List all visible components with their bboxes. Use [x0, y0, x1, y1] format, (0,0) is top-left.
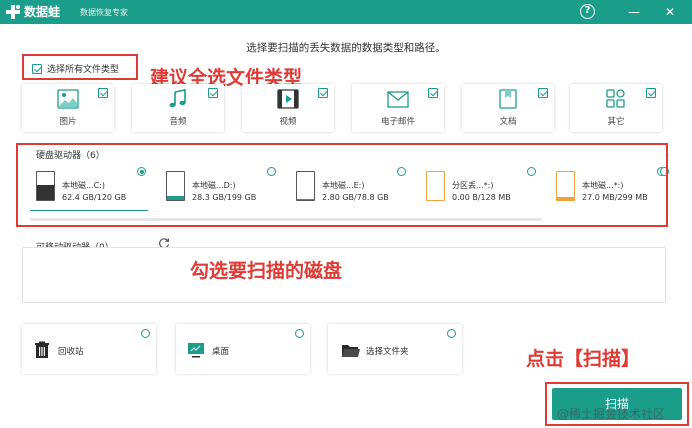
desktop-icon — [188, 343, 204, 358]
file-type-label: 视频 — [279, 117, 297, 127]
checkbox-icon[interactable] — [98, 88, 108, 98]
close-button[interactable]: ✕ — [662, 4, 678, 20]
checkbox-icon[interactable] — [646, 88, 656, 98]
file-type-label: 文档 — [499, 117, 517, 127]
app-name: 数据蛙 — [24, 5, 61, 19]
file-type-card-image[interactable]: 图片 — [22, 84, 114, 132]
annotation-box-drives — [16, 143, 668, 227]
file-type-card-audio[interactable]: 音频 — [132, 84, 224, 132]
music-icon — [169, 89, 186, 108]
removable-drives-area — [22, 247, 666, 303]
instruction-text: 选择要扫描的丢失数据的数据类型和路径。 — [246, 42, 446, 54]
location-label: 选择文件夹 — [366, 347, 409, 357]
location-recycle-bin[interactable]: 回收站 — [22, 324, 156, 374]
location-label: 回收站 — [58, 347, 84, 357]
checkbox-icon[interactable] — [318, 88, 328, 98]
file-type-label: 图片 — [59, 117, 77, 127]
annotation-scan-hint: 点击【扫描】 — [526, 348, 641, 370]
watermark: @稀土掘金技术社区 — [557, 407, 666, 421]
checkbox-icon[interactable] — [428, 88, 438, 98]
minimize-button[interactable]: — — [626, 4, 642, 20]
annotation-box-select-all — [22, 54, 138, 80]
file-type-card-video[interactable]: 视频 — [242, 84, 334, 132]
file-type-card-email[interactable]: 电子邮件 — [352, 84, 444, 132]
trash-icon — [35, 341, 49, 358]
location-desktop[interactable]: 桌面 — [176, 324, 310, 374]
file-type-label: 其它 — [607, 117, 625, 127]
folder-icon — [342, 345, 360, 357]
file-type-card-document[interactable]: 文档 — [462, 84, 554, 132]
question-icon[interactable]: ? — [580, 4, 595, 19]
file-type-card-other[interactable]: 其它 — [570, 84, 662, 132]
location-radio[interactable] — [295, 329, 304, 338]
video-icon — [277, 89, 299, 109]
title-bar: 数据蛙 数据恢复专家 ? — ✕ — [0, 0, 692, 24]
app-subtitle: 数据恢复专家 — [80, 8, 128, 17]
location-choose-folder[interactable]: 选择文件夹 — [328, 324, 462, 374]
location-radio[interactable] — [447, 329, 456, 338]
email-icon — [387, 91, 409, 108]
location-label: 桌面 — [212, 347, 230, 357]
file-type-label: 音频 — [169, 117, 187, 127]
checkbox-icon[interactable] — [208, 88, 218, 98]
apps-icon — [606, 89, 625, 108]
image-icon — [57, 89, 79, 109]
app-logo-icon — [6, 5, 20, 19]
annotation-disk-hint: 勾选要扫描的磁盘 — [190, 260, 343, 282]
checkbox-icon[interactable] — [538, 88, 548, 98]
location-radio[interactable] — [141, 329, 150, 338]
file-type-label: 电子邮件 — [380, 117, 415, 127]
document-icon — [499, 89, 517, 109]
